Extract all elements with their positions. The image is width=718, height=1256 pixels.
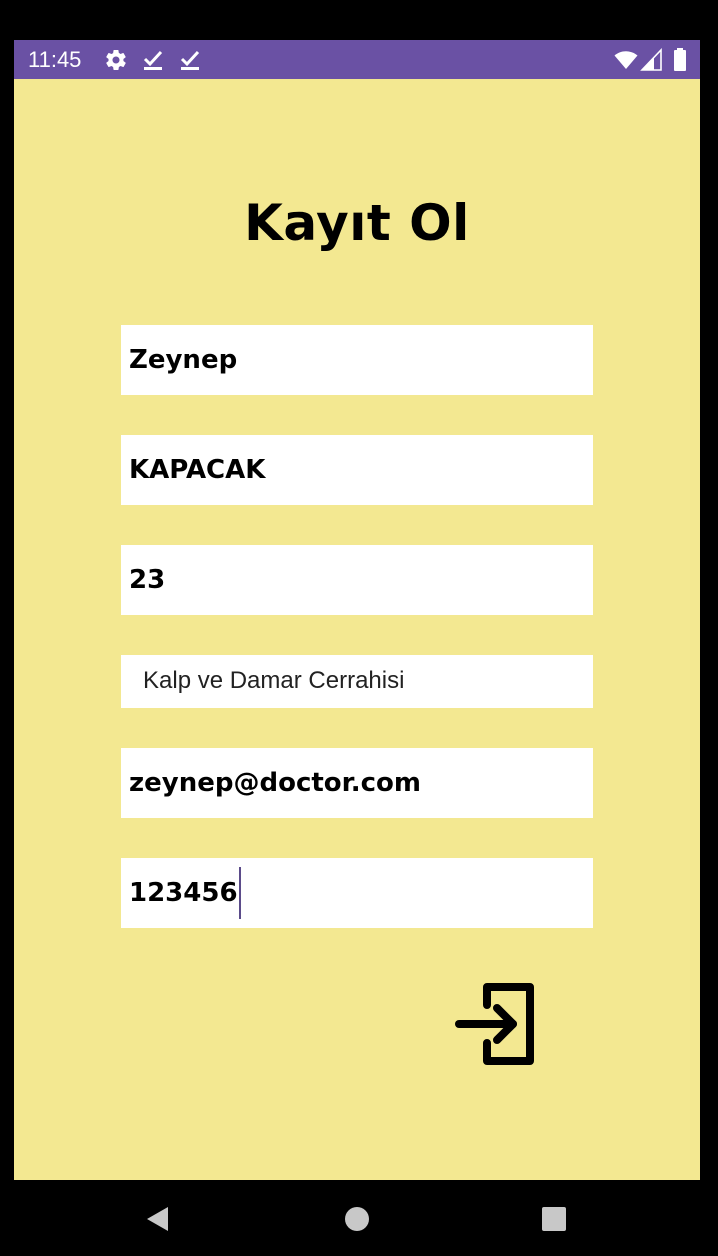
gear-icon xyxy=(104,48,128,72)
age-field[interactable] xyxy=(121,545,593,615)
last-name-field[interactable] xyxy=(121,435,593,505)
cell-signal-icon xyxy=(640,48,664,72)
last-name-input[interactable] xyxy=(121,435,593,505)
back-triangle-icon[interactable] xyxy=(145,1206,171,1232)
text-caret xyxy=(238,867,241,919)
battery-icon xyxy=(668,48,692,72)
check-download-icon xyxy=(178,48,202,72)
age-input[interactable] xyxy=(121,545,593,615)
register-submit-button[interactable] xyxy=(451,979,543,1071)
login-enter-icon xyxy=(455,983,534,1065)
status-bar: 11:45 xyxy=(14,40,700,79)
first-name-input[interactable] xyxy=(121,325,593,395)
register-screen: Kayıt Ol Kalp ve Damar Cerrahisi 123456 xyxy=(14,79,700,1180)
password-field[interactable]: 123456 xyxy=(121,858,593,928)
password-input[interactable]: 123456 xyxy=(121,858,593,928)
specialty-value: Kalp ve Damar Cerrahisi xyxy=(143,667,405,694)
check-download-icon xyxy=(141,48,165,72)
device-frame: 11:45 Kayıt Ol Zeynep KAPACAK 23 Kalp ve… xyxy=(0,0,718,1256)
specialty-select[interactable]: Kalp ve Damar Cerrahisi xyxy=(121,655,593,708)
password-text: 123456 xyxy=(129,878,238,908)
email-input[interactable] xyxy=(121,748,593,818)
first-name-field[interactable] xyxy=(121,325,593,395)
status-time: 11:45 xyxy=(28,47,82,72)
recents-square-icon[interactable] xyxy=(541,1206,567,1232)
email-field[interactable] xyxy=(121,748,593,818)
wifi-icon xyxy=(614,48,638,72)
system-nav-bar xyxy=(0,1180,718,1256)
page-title: Kayıt Ol xyxy=(244,194,470,252)
home-circle-icon[interactable] xyxy=(344,1206,370,1232)
